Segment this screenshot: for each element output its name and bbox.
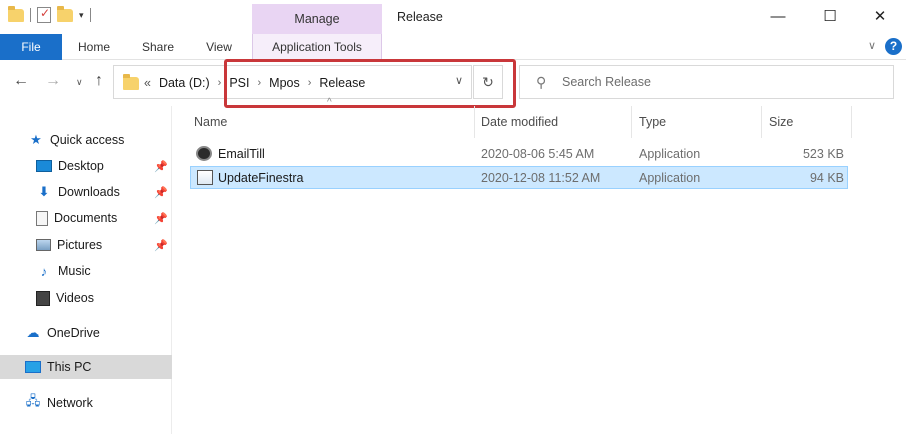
sidebar-item-documents[interactable]: Documents 📌 <box>0 206 172 230</box>
recent-locations-icon[interactable]: ∨ <box>76 77 83 88</box>
file-type: Application <box>639 171 701 185</box>
cloud-icon: ☁ <box>26 325 40 340</box>
file-name: UpdateFinestra <box>218 171 304 185</box>
folder-icon <box>123 74 139 90</box>
close-button[interactable]: ✕ <box>854 0 906 32</box>
sidebar-item-label: Desktop <box>58 159 104 173</box>
column-header-type[interactable]: Type <box>632 106 762 138</box>
quick-access-toolbar: ▾ <box>8 5 91 23</box>
document-icon <box>36 210 48 226</box>
refresh-icon[interactable]: ↻ <box>473 65 503 99</box>
qat-separator <box>30 8 31 22</box>
file-size: 523 KB <box>802 147 844 161</box>
file-type: Application <box>639 147 701 161</box>
window-title: Release <box>397 10 443 24</box>
tab-share[interactable]: Share <box>130 34 186 60</box>
file-row-emailtill[interactable]: EmailTill 2020-08-06 5:45 AM Application… <box>190 143 848 166</box>
breadcrumb-overflow[interactable]: « <box>144 76 151 90</box>
folder-icon <box>8 5 24 22</box>
qat-dropdown-icon[interactable]: ▾ <box>79 10 84 21</box>
column-header-size[interactable]: Size <box>762 106 852 138</box>
download-icon: ⬇ <box>38 184 50 199</box>
network-icon: 🖧 <box>25 393 41 408</box>
sidebar-item-network[interactable]: 🖧 Network <box>0 391 172 415</box>
sidebar-item-pictures[interactable]: Pictures 📌 <box>0 233 172 257</box>
sidebar-item-label: This PC <box>47 360 92 374</box>
sidebar-item-quick-access[interactable]: ★ Quick access <box>0 128 172 152</box>
file-date: 2020-08-06 5:45 AM <box>481 147 595 161</box>
pin-icon[interactable]: 📌 <box>154 239 168 252</box>
sidebar-item-videos[interactable]: Videos <box>0 286 172 310</box>
file-list: ^ Name Date modified Type Size EmailTill… <box>172 97 906 434</box>
ribbon-tabs: File Home Share View Application Tools ∨… <box>0 34 906 60</box>
file-size: 94 KB <box>809 171 844 185</box>
up-arrow-icon[interactable]: ↑ <box>95 72 103 90</box>
tab-home[interactable]: Home <box>66 34 122 60</box>
video-icon <box>36 290 50 306</box>
search-box[interactable]: ⚲ <box>519 65 894 99</box>
column-header-name[interactable]: Name <box>187 106 475 138</box>
tab-application-tools[interactable]: Application Tools <box>252 34 382 60</box>
forward-arrow-icon[interactable]: → <box>45 72 61 90</box>
search-input[interactable] <box>562 73 882 91</box>
gear-app-icon <box>196 146 212 161</box>
breadcrumb-separator-icon[interactable]: › <box>218 77 222 89</box>
pictures-icon <box>36 239 51 251</box>
sidebar-item-this-pc[interactable]: This PC <box>0 355 172 379</box>
desktop-icon <box>36 160 52 172</box>
pin-icon[interactable]: 📌 <box>154 212 168 225</box>
file-date: 2020-12-08 11:52 AM <box>481 171 601 185</box>
app-window-icon <box>197 170 213 185</box>
pin-icon[interactable]: 📌 <box>154 186 168 199</box>
sidebar-item-desktop[interactable]: Desktop 📌 <box>0 154 172 178</box>
title-bar: ▾ Manage Release — ☐ ✕ <box>0 0 906 34</box>
sidebar-item-label: Quick access <box>50 133 125 147</box>
sidebar-item-label: Pictures <box>57 238 103 252</box>
minimize-button[interactable]: — <box>752 0 804 32</box>
sidebar-item-downloads[interactable]: ⬇ Downloads 📌 <box>0 180 172 204</box>
help-icon[interactable]: ? <box>885 38 902 55</box>
column-header-date-modified[interactable]: Date modified <box>474 106 632 138</box>
properties-icon[interactable] <box>37 6 51 23</box>
sidebar-item-label: Documents <box>54 211 118 225</box>
navigation-pane: ★ Quick access Desktop 📌 ⬇ Downloads 📌 D… <box>0 106 172 434</box>
maximize-button[interactable]: ☐ <box>804 0 856 32</box>
sidebar-item-label: Music <box>58 264 91 278</box>
sidebar-item-onedrive[interactable]: ☁ OneDrive <box>0 321 172 345</box>
breadcrumb-data-drive[interactable]: Data (D:) <box>159 76 210 90</box>
qat-separator <box>89 8 91 22</box>
search-icon: ⚲ <box>536 74 547 90</box>
address-bar[interactable]: « Data (D:) › PSI › Mpos › Release ∨ <box>113 59 516 108</box>
navigation-bar: ← → ∨ ↑ « Data (D:) › PSI › Mpos › Relea… <box>0 59 906 108</box>
computer-icon <box>25 361 41 373</box>
pin-icon[interactable]: 📌 <box>154 160 168 173</box>
tab-view[interactable]: View <box>192 34 246 60</box>
sidebar-item-music[interactable]: ♪ Music <box>0 259 172 283</box>
file-name: EmailTill <box>218 147 265 161</box>
file-row-updatefinestra[interactable]: UpdateFinestra 2020-12-08 11:52 AM Appli… <box>190 166 848 189</box>
manage-context-group[interactable]: Manage <box>252 4 382 34</box>
sidebar-item-label: Network <box>47 396 93 410</box>
music-icon: ♪ <box>40 263 48 279</box>
tab-file[interactable]: File <box>0 34 62 60</box>
star-icon: ★ <box>30 132 42 147</box>
sidebar-item-label: OneDrive <box>47 326 100 340</box>
sidebar-item-label: Videos <box>56 291 94 305</box>
new-folder-icon[interactable] <box>57 5 73 22</box>
sidebar-item-label: Downloads <box>58 185 120 199</box>
back-arrow-icon[interactable]: ← <box>13 72 29 90</box>
ribbon-expand-icon[interactable]: ∨ <box>868 39 876 52</box>
